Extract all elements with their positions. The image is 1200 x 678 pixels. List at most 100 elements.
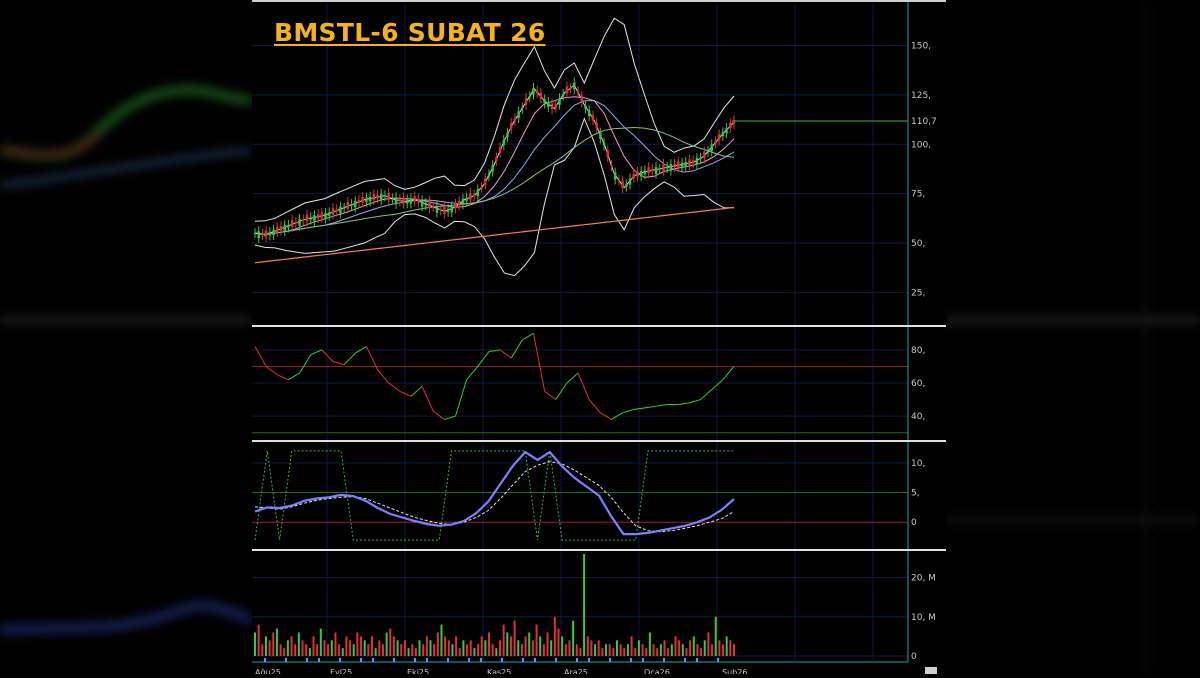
candle-body — [658, 168, 661, 170]
volume-bar — [711, 644, 714, 656]
x-axis-marker — [588, 658, 590, 662]
volume-bar — [561, 636, 564, 656]
candle-body — [413, 196, 416, 202]
y-tick-label: 40, — [911, 412, 925, 422]
candle-body — [691, 160, 695, 164]
x-axis-marker — [609, 658, 611, 662]
volume-bar — [455, 636, 458, 656]
x-axis-marker — [480, 658, 482, 662]
candle-body — [320, 212, 324, 218]
rsi-line-segment — [644, 405, 657, 409]
rsi-line-segment — [655, 404, 668, 407]
x-axis-marker — [630, 658, 632, 662]
candle-body — [677, 161, 680, 168]
x-axis-marker — [264, 658, 266, 662]
candle-body — [565, 86, 569, 94]
candle-body — [587, 110, 591, 116]
candle-body — [290, 220, 294, 227]
x-axis-marker — [522, 658, 524, 662]
axis-tick-labels: 110,7 150, 125, 100, 75, 50, 25, 80, 60, 40, 10, 5… — [911, 42, 937, 663]
candle-body — [316, 214, 320, 219]
rsi-line-segment — [421, 386, 434, 412]
volume-bar — [498, 640, 501, 656]
volume-bar — [352, 644, 355, 656]
x-tick-label: Ara25 — [564, 668, 588, 674]
volume-bar — [272, 632, 275, 656]
candle-body — [654, 166, 658, 174]
candle-body — [602, 142, 606, 146]
volume-bar — [539, 636, 542, 656]
x-axis-marker — [426, 658, 428, 662]
volume-bar — [257, 624, 260, 656]
candle-body — [584, 105, 587, 109]
rsi-line-segment — [410, 385, 423, 397]
volume-bar — [345, 636, 348, 656]
volume-bar — [707, 632, 710, 656]
y-tick-label: 5, — [911, 489, 920, 499]
volume-bar — [601, 648, 604, 656]
volume-bar — [261, 644, 264, 656]
volume-bar — [422, 644, 425, 656]
volume-bar — [700, 648, 703, 656]
volume-bar — [279, 644, 282, 656]
candle-body — [673, 163, 676, 168]
scroll-corner-button[interactable] — [925, 667, 937, 677]
volume-bar — [480, 636, 483, 656]
x-axis-marker — [717, 658, 719, 662]
candle-body — [331, 208, 335, 215]
rsi-line-segment — [432, 410, 445, 420]
volume-bar — [674, 636, 677, 656]
volume-panel — [254, 554, 735, 656]
volume-bar — [495, 648, 498, 656]
volume-bar — [378, 640, 381, 656]
candle-body — [558, 98, 561, 105]
rsi-line-segment — [522, 332, 534, 341]
candle-body — [398, 199, 402, 202]
y-tick-label: 150, — [911, 42, 931, 52]
volume-bar — [663, 640, 666, 656]
volume-bar — [484, 640, 487, 656]
candle-body — [688, 159, 691, 166]
volume-bar — [641, 644, 644, 656]
candle-body — [528, 95, 531, 97]
volume-bar — [703, 640, 706, 656]
volume-bar — [594, 644, 597, 656]
price-last-value-label: 110,7 — [911, 117, 937, 127]
volume-bar — [466, 644, 469, 656]
candle-body — [257, 231, 260, 239]
candle-body — [261, 233, 264, 236]
volume-bar — [418, 640, 421, 656]
volume-bar — [301, 640, 304, 656]
volume-bar — [590, 640, 593, 656]
candle-body — [576, 91, 580, 93]
volume-bar — [264, 636, 267, 656]
volume-bar — [645, 648, 648, 656]
candle-body — [510, 123, 513, 130]
chart-canvas: 110,7 150, 125, 100, 75, 50, 25, 80, 60, 40, 10, 5… — [252, 0, 946, 677]
candle-body — [380, 193, 383, 201]
volume-bar — [630, 636, 633, 656]
macd-panel — [252, 450, 908, 541]
volume-bar — [550, 640, 553, 656]
rsi-line-segment — [332, 360, 345, 366]
rsi-line-segment — [588, 399, 601, 414]
candle-body — [721, 132, 725, 137]
candle-body — [480, 187, 483, 189]
volume-bar — [626, 644, 629, 656]
volume-bar — [356, 632, 359, 656]
volume-bar — [425, 636, 428, 656]
volume-bar — [509, 636, 512, 656]
candle-body — [402, 197, 405, 204]
volume-bar — [363, 640, 366, 656]
candle-body — [335, 209, 338, 212]
volume-bar — [275, 628, 278, 656]
x-tick-label: Kas25 — [487, 668, 511, 674]
volume-bar — [268, 640, 271, 656]
candle-body — [313, 215, 316, 222]
candle-body — [387, 192, 390, 200]
volume-bar — [312, 636, 315, 656]
x-axis-marker — [318, 658, 320, 662]
volume-bar — [520, 644, 523, 656]
x-axis-marker — [447, 658, 449, 662]
candle-body — [710, 144, 713, 152]
